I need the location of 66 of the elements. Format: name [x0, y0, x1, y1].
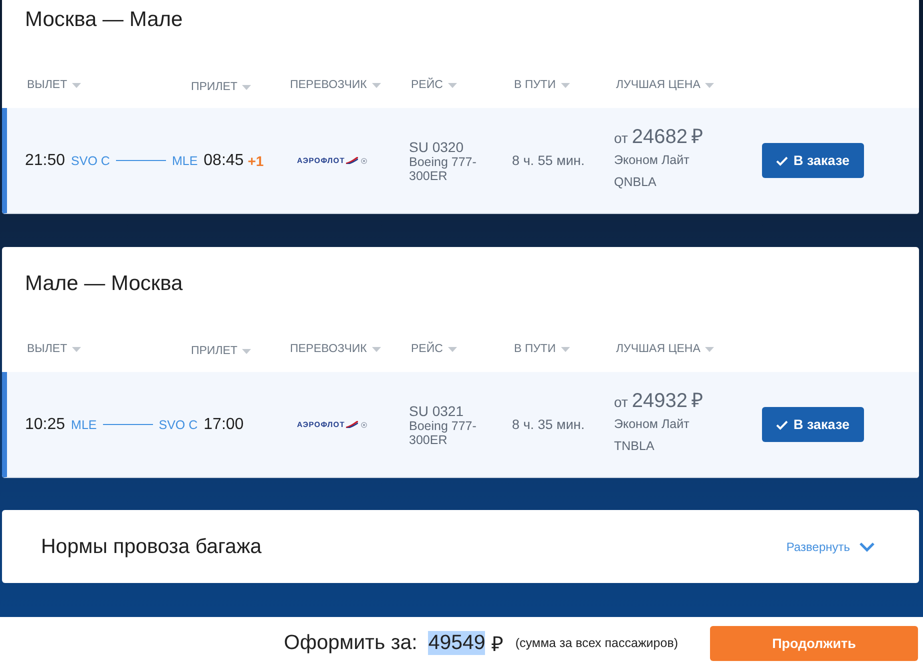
column-header[interactable]: ПРИЛЕТ — [189, 81, 252, 93]
price-amount: 24682 — [632, 124, 688, 150]
column-header[interactable]: В ПУТИ — [512, 79, 570, 91]
expand-toggle[interactable]: Развернуть — [786, 540, 875, 554]
caret-icon — [448, 346, 457, 352]
arrival-time: 17:00 — [204, 416, 244, 434]
wing-stripes-icon — [346, 157, 358, 164]
price-amount: 24932 — [632, 388, 688, 414]
column-header[interactable]: ПЕРЕВОЗЧИК — [288, 79, 381, 91]
caret-icon — [72, 346, 82, 352]
baggage-title: Нормы провоза багажа — [41, 534, 262, 558]
price-prefix: от — [614, 392, 628, 412]
arrival-airport: MLE — [172, 154, 198, 168]
column-header[interactable]: ПРИЛЕТ — [189, 345, 252, 357]
flight-duration: 8 ч. 55 мин. — [512, 153, 586, 168]
arrival-time: 08:45 — [204, 152, 244, 170]
total-amount: 49549 — [428, 631, 486, 655]
route-title: Мале — Москва — [24, 271, 183, 297]
registered-mark-icon — [360, 158, 367, 164]
departure-airport: SVO C — [71, 154, 110, 168]
continue-button[interactable]: Продолжить — [710, 626, 918, 660]
route-line — [116, 160, 166, 161]
column-header[interactable]: ВЫЛЕТ — [25, 343, 82, 355]
total-note: (сумма за всех пассажиров) — [515, 636, 678, 650]
registered-mark-icon — [360, 422, 367, 428]
departure-time: 21:50 — [25, 152, 66, 170]
currency-sign: ₽ — [491, 632, 504, 657]
column-header[interactable]: ВЫЛЕТ — [25, 79, 82, 91]
caret-icon — [705, 82, 714, 88]
column-header[interactable]: ЛУЧШАЯ ЦЕНА — [614, 79, 714, 91]
fare-code: QNBLA — [614, 174, 658, 190]
departure-airport: MLE — [71, 418, 97, 432]
currency-sign: ₽ — [692, 124, 704, 150]
aircraft-model: Boeing 777-300ER — [409, 418, 478, 446]
order-button[interactable]: В заказе — [762, 143, 864, 178]
caret-icon — [448, 82, 457, 88]
order-button[interactable]: В заказе — [762, 407, 864, 442]
fare-code: TNBLA — [614, 438, 656, 454]
column-header[interactable]: В ПУТИ — [512, 343, 570, 355]
caret-icon — [72, 82, 82, 88]
total-label: Оформить за: — [284, 631, 418, 655]
departure-time: 10:25 — [25, 416, 66, 434]
fare-name: Эконом Лайт — [614, 416, 690, 432]
route-line — [102, 424, 153, 425]
caret-icon — [705, 346, 714, 352]
caret-icon — [242, 348, 252, 354]
fare-name: Эконом Лайт — [614, 152, 690, 168]
flight-duration: 8 ч. 35 мин. — [512, 417, 586, 432]
flight-number: SU 0320 — [409, 138, 464, 154]
column-header[interactable]: РЕЙС — [409, 79, 457, 91]
caret-icon — [560, 346, 570, 352]
route-title: Москва — Мале — [24, 7, 183, 33]
caret-icon — [372, 82, 381, 88]
column-header[interactable]: РЕЙС — [409, 343, 457, 355]
column-header[interactable]: ПЕРЕВОЗЧИК — [288, 343, 381, 355]
column-header[interactable]: ЛУЧШАЯ ЦЕНА — [614, 343, 714, 355]
currency-sign: ₽ — [692, 388, 704, 414]
arrival-airport: SVO C — [158, 418, 198, 432]
price-prefix: от — [614, 128, 628, 148]
caret-icon — [242, 84, 252, 90]
caret-icon — [372, 346, 381, 352]
flight-number: SU 0321 — [409, 402, 464, 418]
aircraft-model: Boeing 777-300ER — [409, 154, 478, 182]
day-offset: +1 — [248, 152, 264, 168]
wing-stripes-icon — [346, 421, 358, 428]
caret-icon — [560, 82, 570, 88]
